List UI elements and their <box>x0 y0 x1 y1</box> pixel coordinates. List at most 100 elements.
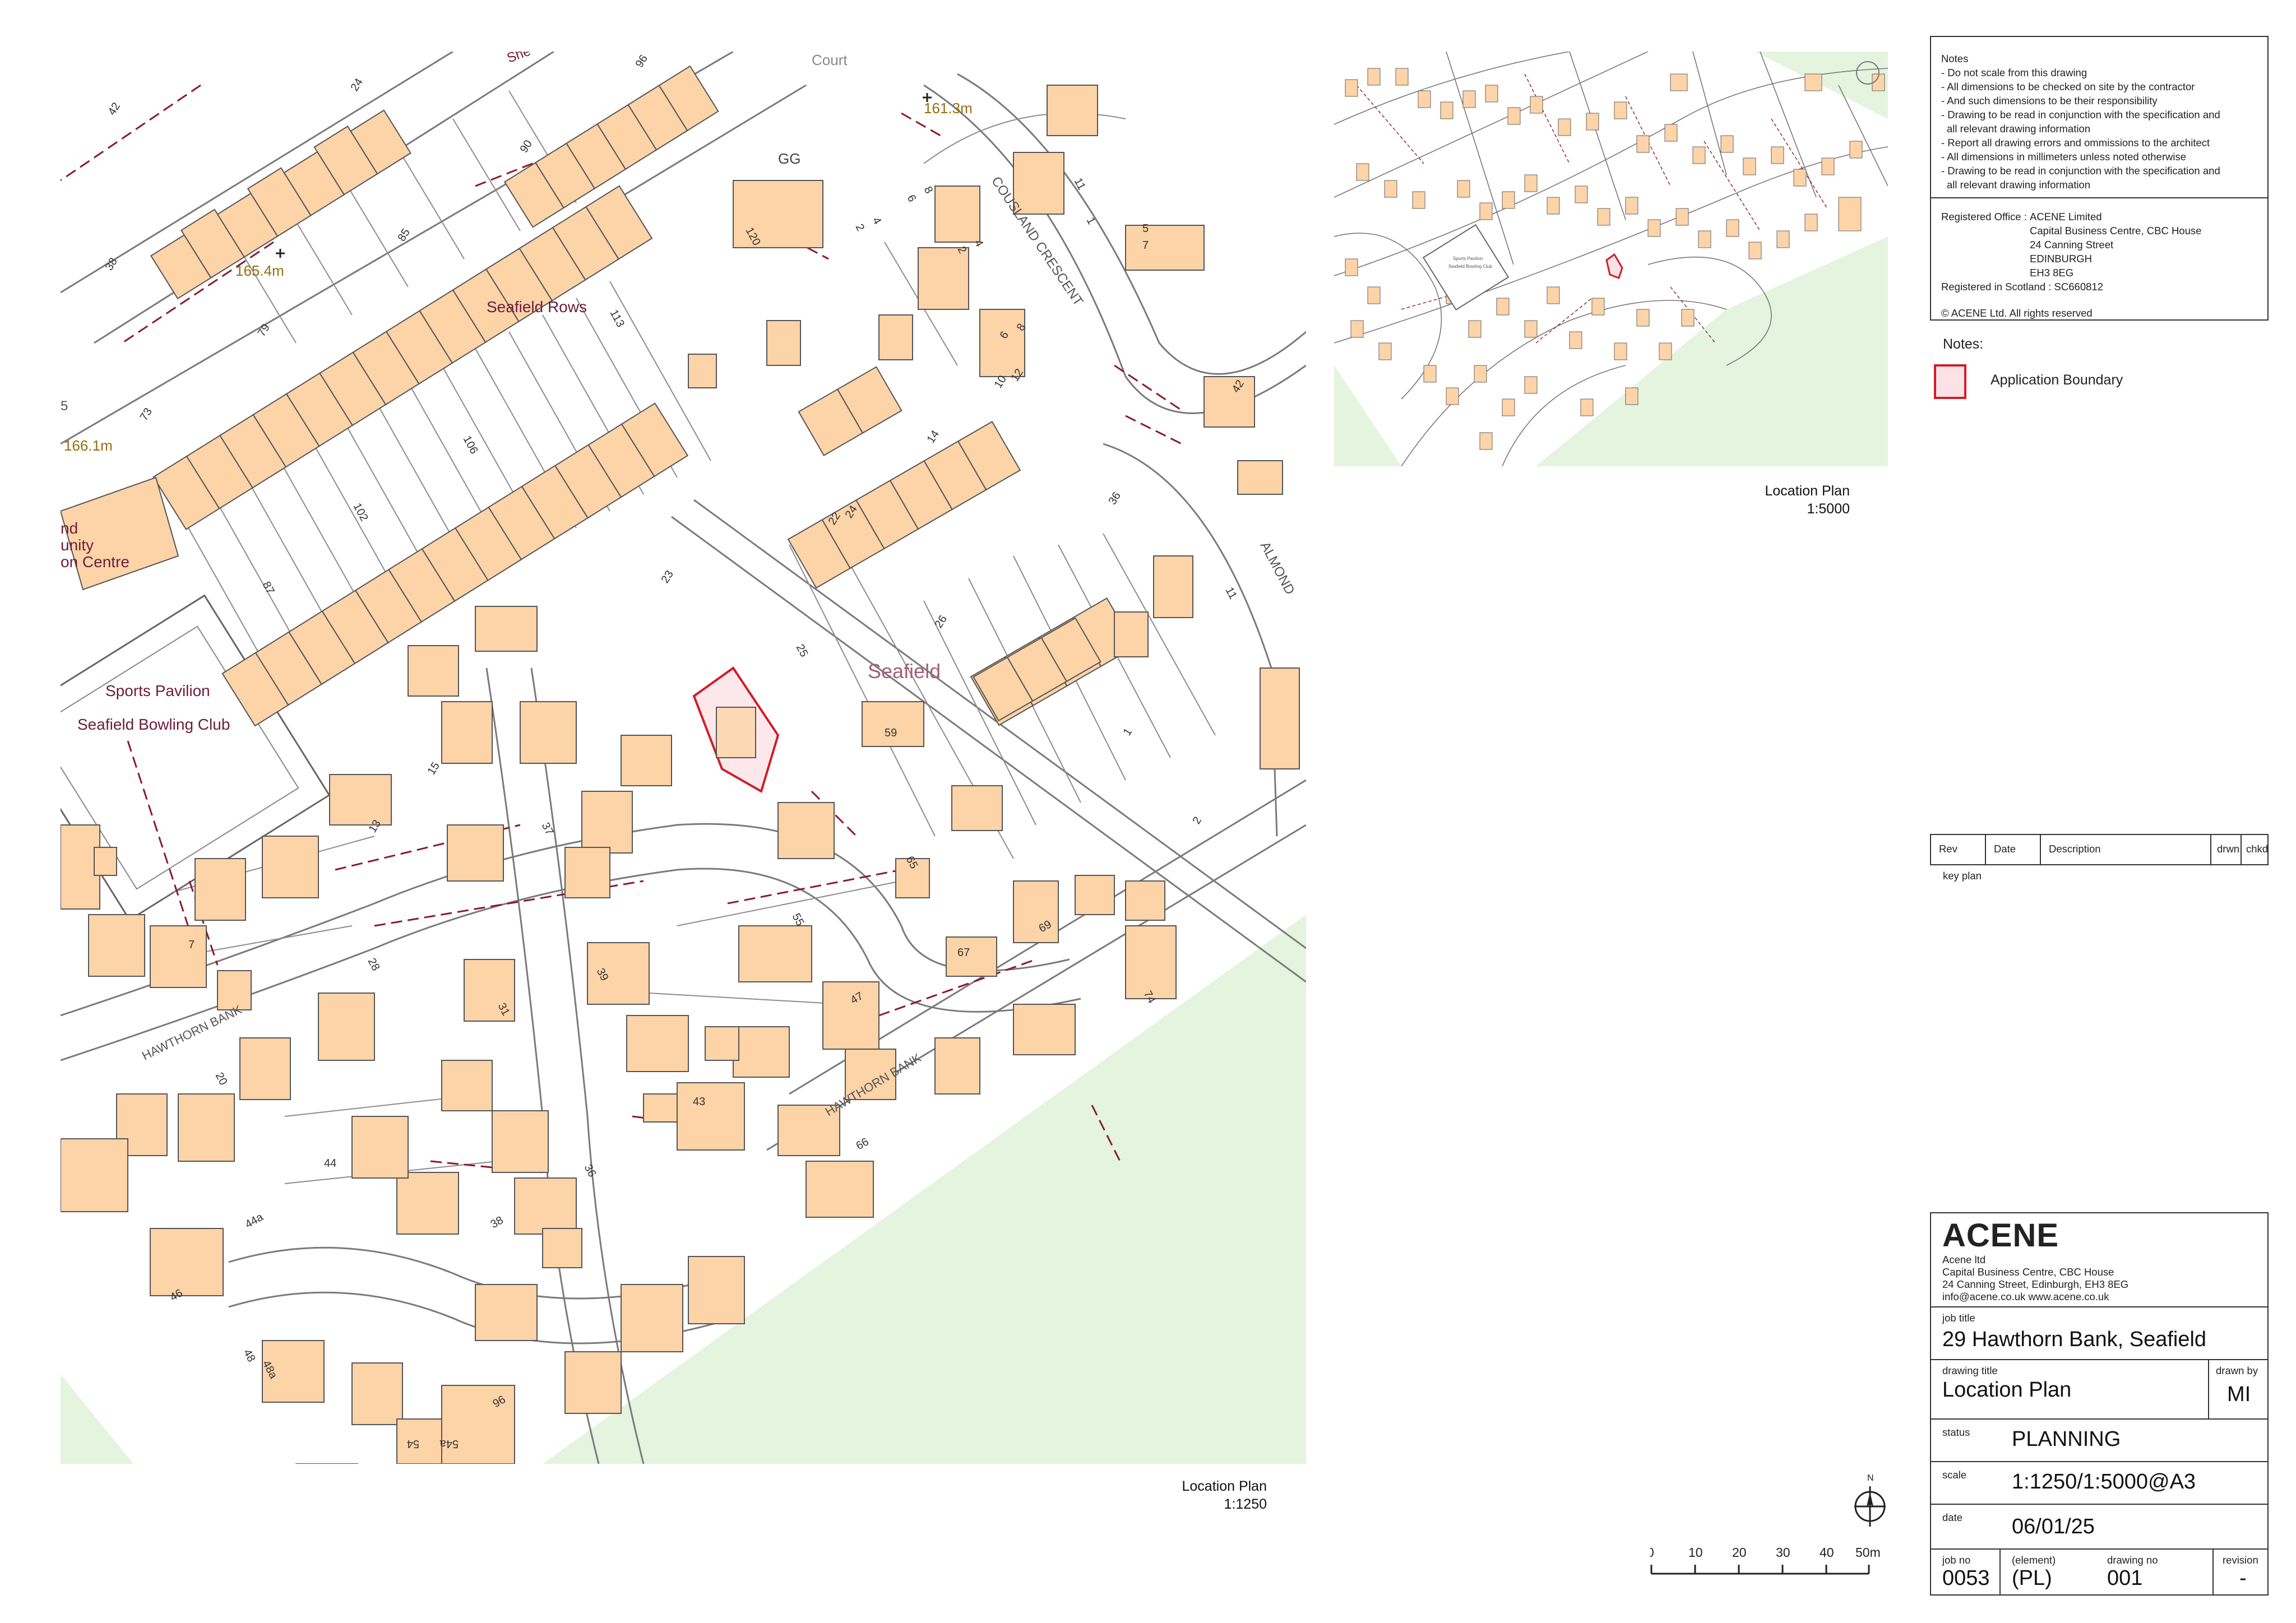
house-number: 48 <box>241 1347 258 1364</box>
house-number: 54 <box>407 1437 419 1450</box>
date-row: date 06/01/25 <box>1931 1504 2267 1548</box>
house-number: 2 <box>1191 815 1205 827</box>
label-partial-she: She <box>505 52 533 66</box>
drawn-by: MI <box>2227 1383 2251 1406</box>
house-number: 96 <box>633 53 650 70</box>
house-number: 8 <box>922 184 936 196</box>
house-number: 15 <box>425 760 442 777</box>
drawn-by-label: drawn by <box>2216 1365 2258 1376</box>
checked-header: chkd <box>2246 843 2269 855</box>
main-map-caption-scale: 1:1250 <box>1224 1496 1267 1512</box>
job-no: 0053 <box>1942 1566 1990 1590</box>
house-number: 28 <box>365 956 382 973</box>
house-number: 42 <box>106 100 123 118</box>
open-green-space-west <box>61 1374 133 1464</box>
north-arrow: N <box>1852 1472 1888 1528</box>
registered-office-line: EH3 8EG <box>2030 267 2074 279</box>
status-label: status <box>1942 1426 1970 1438</box>
status-row: status PLANNING <box>1931 1418 2267 1461</box>
key-map-bowling-club: Seafield Bowling Club <box>1448 264 1492 269</box>
spot-height-166: 166.1m <box>64 437 113 454</box>
scale-tick-label: 20 <box>1732 1545 1747 1560</box>
house-number: 73 <box>138 406 155 423</box>
revision-label: revision <box>2223 1554 2258 1566</box>
registered-office-line: ACENE Limited <box>2030 211 2102 222</box>
scale-tick-label: 40 <box>1820 1545 1834 1560</box>
label-sports-pavilion: Sports Pavilion <box>105 682 210 699</box>
company-line: Capital Business Centre, CBC House <box>1942 1266 2114 1278</box>
company-line: info@acene.co.uk www.acene.co.uk <box>1942 1291 2109 1302</box>
job-title-row: job title 29 Hawthorn Bank, Seafield <box>1931 1306 2267 1359</box>
registered-office-line: Capital Business Centre, CBC House <box>2030 225 2202 237</box>
key-map-sports-pavilion: Sports Pavilion <box>1453 256 1483 261</box>
house-number: 113 <box>608 308 627 329</box>
label-almond: ALMOND <box>1257 539 1298 597</box>
label-community-1: nd <box>61 520 78 537</box>
house-number: 54a <box>439 1437 459 1450</box>
note-line: - Report all drawing errors and ommissio… <box>1941 137 2210 149</box>
legend-title: Notes: <box>1943 336 1984 352</box>
company-logo: ACENE <box>1942 1217 2059 1254</box>
date-value: 06/01/25 <box>2012 1515 2095 1538</box>
key-map-application-boundary <box>1605 253 1623 279</box>
registered-office-line: EDINBURGH <box>2030 253 2093 265</box>
house-number: 102 <box>351 501 371 523</box>
key-plan-map: Sports Pavilion Seafield Bowling Club <box>1334 52 1888 466</box>
house-number: 2 <box>853 222 867 233</box>
key-map-caption: Location Plan 1:5000 <box>1682 482 1850 518</box>
house-number: 5 <box>1142 222 1149 235</box>
title-block: ACENE Acene ltd Capital Business Centre,… <box>1930 1212 2269 1596</box>
house-number: 59 <box>885 727 897 739</box>
element-value: (PL) <box>2012 1566 2052 1590</box>
registered-office: Registered Office : ACENE Limited Capita… <box>1931 198 2267 320</box>
house-number: 7 <box>188 939 195 951</box>
note-line: - All dimensions in millimeters unless n… <box>1941 151 2186 163</box>
house-number: 25 <box>794 642 811 659</box>
note-line: - All dimensions to be checked on site b… <box>1941 81 2195 92</box>
house-number: 106 <box>461 434 480 456</box>
house-number: 7 <box>1142 239 1149 252</box>
house-number: 14 <box>925 428 942 446</box>
label-community-2: unity <box>61 536 94 554</box>
main-map-caption-title: Location Plan <box>1182 1478 1267 1494</box>
notes-heading: Notes <box>1941 53 1969 64</box>
scale-bar-graphic: 0 10 20 30 40 50m <box>1647 1545 1881 1575</box>
description-header: Description <box>2041 835 2211 864</box>
house-number: 24 <box>349 76 365 94</box>
drawing-no-label: drawing no <box>2107 1554 2158 1566</box>
key-map-caption-title: Location Plan <box>1765 483 1850 499</box>
job-title-label: job title <box>1942 1312 1975 1324</box>
label-court: Court <box>812 52 848 68</box>
label-bowling-club: Seafield Bowling Club <box>77 716 230 733</box>
drawing-title-row: drawing title Location Plan drawn by MI <box>1931 1359 2267 1418</box>
registered-office-line: 24 Canning Street <box>2030 239 2114 251</box>
key-map-canvas: Sports Pavilion Seafield Bowling Club <box>1334 52 1888 466</box>
label-partial-5: 5 <box>61 398 68 414</box>
house-number: 79 <box>256 322 272 339</box>
house-number: 90 <box>518 138 535 155</box>
house-number: 20 <box>213 1070 230 1087</box>
north-label: N <box>1867 1473 1874 1483</box>
house-number: 38 <box>489 1214 506 1231</box>
house-number: 66 <box>854 1135 871 1152</box>
location-plan-map: Seafield Rows Sports Pavilion Seafield B… <box>61 52 1306 1464</box>
legend-label: Application Boundary <box>1991 372 2123 388</box>
open-green-space <box>543 915 1306 1464</box>
note-line: - Drawing to be read in conjunction with… <box>1941 109 2220 120</box>
drawing-no: 001 <box>2107 1566 2143 1590</box>
house-number: 67 <box>957 947 970 959</box>
label-gg: GG <box>778 150 800 167</box>
house-number: 4 <box>870 215 884 226</box>
scale-label: scale <box>1942 1469 1967 1481</box>
north-arrow-icon: N <box>1854 1473 1886 1527</box>
scale-value: 1:1250/1:5000@A3 <box>2012 1470 2196 1494</box>
drawing-title: Location Plan <box>1942 1378 2072 1402</box>
scale-tick-label: 50m <box>1855 1545 1881 1560</box>
label-seafield: Seafield <box>868 660 941 683</box>
house-number: 44 <box>324 1157 336 1170</box>
note-line: - Do not scale from this drawing <box>1941 67 2087 78</box>
registered-scotland: Registered in Scotland : SC660812 <box>1941 281 2103 293</box>
company-line: 24 Canning Street, Edinburgh, EH3 8EG <box>1942 1278 2129 1290</box>
numbers-row: job no 0053 (element) (PL) drawing no 00… <box>1931 1548 2267 1596</box>
key-plan-label: key plan <box>1943 870 1982 882</box>
